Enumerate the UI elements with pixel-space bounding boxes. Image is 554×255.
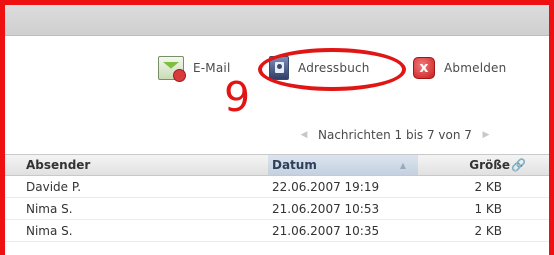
screenshot-frame: E-Mail Adressbuch x Abmelden 9 ◀ Nachric…: [0, 0, 554, 255]
window-titlebar: [5, 5, 549, 36]
cell-sender: Davide P.: [26, 179, 82, 194]
pager-next-icon[interactable]: ▶: [478, 130, 494, 140]
cell-size: 2 KB: [474, 179, 502, 194]
email-icon: [158, 56, 186, 82]
cell-date: 21.06.2007 10:53: [272, 201, 380, 216]
logout-icon: x: [413, 57, 435, 79]
cell-size: 1 KB: [474, 201, 502, 216]
column-header-size-label: Größe: [469, 158, 510, 172]
cell-sender: Nima S.: [26, 223, 73, 238]
pager-prev-icon[interactable]: ◀: [296, 130, 312, 140]
table-row[interactable]: Davide P. 22.06.2007 19:19 2 KB: [5, 176, 549, 198]
attachment-icon: 🔗: [511, 158, 526, 172]
logout-button[interactable]: x Abmelden: [413, 55, 506, 81]
table-header: Absender Datum ▲ Größe 🔗: [5, 154, 549, 176]
table-row[interactable]: Nima S. 21.06.2007 10:53 1 KB: [5, 198, 549, 220]
pager: ◀ Nachrichten 1 bis 7 von 7 ▶: [296, 127, 494, 143]
cell-date: 21.06.2007 10:35: [272, 223, 380, 238]
sort-asc-icon: ▲: [399, 160, 406, 170]
column-header-size[interactable]: Größe 🔗: [418, 158, 530, 172]
highlight-ellipse: [258, 48, 406, 91]
message-table: Absender Datum ▲ Größe 🔗 Davide P. 22.06…: [5, 154, 549, 242]
column-header-date[interactable]: Datum ▲: [268, 155, 418, 175]
cell-date: 22.06.2007 19:19: [272, 179, 380, 194]
logout-icon-glyph: x: [419, 60, 429, 76]
table-row[interactable]: Nima S. 21.06.2007 10:35 2 KB: [5, 220, 549, 242]
cell-sender: Nima S.: [26, 201, 73, 216]
logout-label: Abmelden: [444, 61, 507, 75]
column-header-date-label: Datum: [272, 158, 317, 172]
column-header-sender[interactable]: Absender: [5, 158, 268, 172]
email-button[interactable]: E-Mail: [158, 55, 231, 82]
pager-text: Nachrichten 1 bis 7 von 7: [318, 128, 472, 142]
step-number-annotation: 9: [224, 73, 251, 121]
cell-size: 2 KB: [474, 223, 502, 238]
